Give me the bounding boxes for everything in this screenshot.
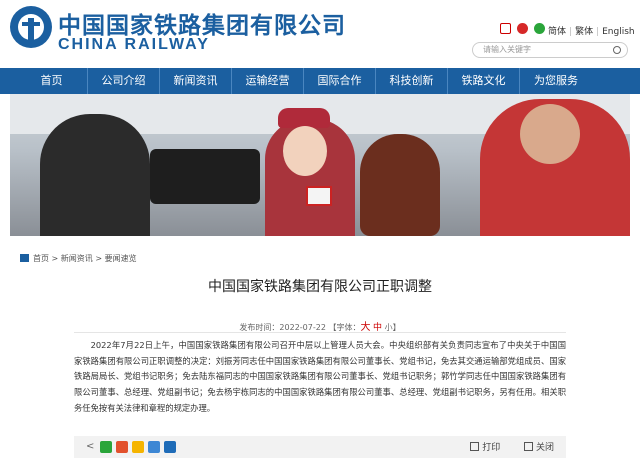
article-title: 中国国家铁路集团有限公司正职调整: [208, 279, 432, 295]
nav-item-news[interactable]: 新闻资讯: [160, 68, 232, 94]
logo-english-name[interactable]: CHINA RAILWAY: [58, 36, 210, 54]
lang-traditional[interactable]: 繁体: [575, 27, 593, 37]
article-meta: 发布时间：2022-07-22 【字体：大 中 小】: [0, 318, 640, 333]
lang-simplified[interactable]: 简体: [548, 27, 566, 37]
main-nav: 首页 公司介绍 新闻资讯 运输经营 国际合作 科技创新 铁路文化 为您服务: [0, 68, 640, 94]
nav-item-about[interactable]: 公司介绍: [88, 68, 160, 94]
meta-bracket-close: 】: [392, 323, 401, 332]
qzone-share-icon[interactable]: [148, 441, 160, 453]
nav-item-transport[interactable]: 运输经营: [232, 68, 304, 94]
language-switcher: 简体 | 繁体 | English: [548, 27, 635, 37]
share-icon: <: [86, 441, 95, 452]
print-button[interactable]: 打印: [470, 442, 501, 453]
share-actions: 打印 关闭: [470, 440, 554, 453]
search-placeholder: 请输入关键字: [483, 45, 531, 54]
nav-item-technology[interactable]: 科技创新: [376, 68, 448, 94]
publish-date: 发布时间：2022-07-22 【字体：: [239, 323, 361, 332]
close-icon: [523, 442, 533, 451]
print-label: 打印: [482, 443, 501, 453]
lang-english[interactable]: English: [602, 27, 635, 37]
nav-item-international[interactable]: 国际合作: [304, 68, 376, 94]
breadcrumb-headlines[interactable]: 要闻速览: [105, 254, 137, 263]
close-label: 关闭: [535, 443, 554, 453]
utility-icons: [500, 23, 545, 34]
home-icon: [20, 254, 29, 262]
weibo-share-icon[interactable]: [116, 441, 128, 453]
share-bar: < 打印 关闭: [74, 436, 566, 458]
close-button[interactable]: 关闭: [523, 442, 554, 453]
font-size-small[interactable]: 小: [385, 323, 393, 332]
phone-icon[interactable]: [500, 23, 511, 34]
nav-item-culture[interactable]: 铁路文化: [448, 68, 520, 94]
wechat-share-icon[interactable]: [100, 441, 112, 453]
nav-item-home[interactable]: 首页: [16, 68, 88, 94]
qq-share-icon[interactable]: [132, 441, 144, 453]
nav-item-service[interactable]: 为您服务: [520, 68, 592, 94]
divider: [74, 332, 566, 333]
railway-logo-icon[interactable]: [10, 6, 52, 48]
banner-photo: [10, 94, 630, 236]
print-icon: [470, 442, 480, 451]
breadcrumb: 首页 > 新闻资讯 > 要闻速览: [20, 253, 137, 264]
logo-chinese-name[interactable]: 中国国家铁路集团有限公司: [58, 6, 346, 40]
search-icon[interactable]: [613, 46, 621, 54]
breadcrumb-news[interactable]: 新闻资讯: [61, 254, 93, 263]
weibo-icon[interactable]: [517, 23, 528, 34]
site-header: 中国国家铁路集团有限公司 CHINA RAILWAY 简体 | 繁体 | English…: [0, 0, 640, 68]
article-body: 2022年7月22日上午，中国国家铁路集团有限公司召开中层以上管理人员大会。中央…: [74, 340, 566, 413]
breadcrumb-home[interactable]: 首页: [33, 254, 49, 263]
renren-share-icon[interactable]: [164, 441, 176, 453]
search-input[interactable]: 请输入关键字: [472, 42, 628, 58]
wechat-icon[interactable]: [534, 23, 545, 34]
